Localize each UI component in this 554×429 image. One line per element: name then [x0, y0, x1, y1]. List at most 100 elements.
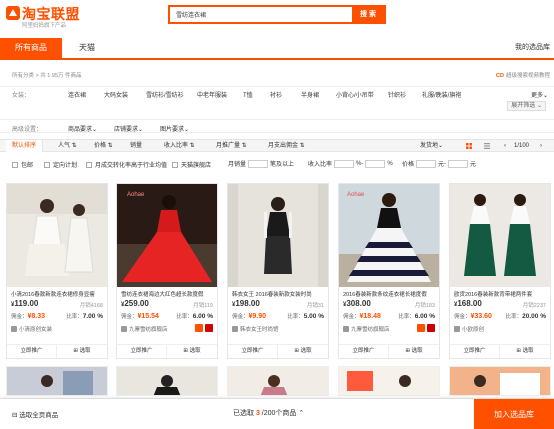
list-view-icon[interactable]: [484, 143, 490, 149]
monthly-sales: 月销4168: [79, 303, 103, 309]
promote-button[interactable]: 立即推广: [228, 345, 278, 358]
page-next-icon[interactable]: ›: [540, 140, 542, 152]
my-library-link[interactable]: 我的选品库: [515, 38, 550, 58]
product-card[interactable]: Aohae 2016春装新款条纹连衣裙长裙度假 ¥308.00 月销183 佣金…: [338, 183, 440, 359]
sort-bar: 默认排序 人气 ⇅ 价格 ⇅ 销量 收入比率 ⇅ 月推广量 ⇅ 月支出佣金 ⇅ …: [0, 139, 554, 152]
shop-name[interactable]: 小欧原创: [454, 325, 484, 333]
free-shipping-checkbox[interactable]: 包邮: [12, 160, 33, 169]
product-title[interactable]: 韩衣女王 2016春装新款女装时尚: [232, 290, 326, 298]
select-button[interactable]: ⊞ 选取: [167, 345, 217, 358]
income-ratio-max-input[interactable]: [365, 159, 386, 168]
video-tutorial-link[interactable]: CD 超级搜索视频教程: [496, 71, 550, 79]
svg-text:Aohae: Aohae: [347, 192, 365, 198]
product-price: ¥119.00: [11, 299, 38, 308]
tmall-icon: [205, 324, 213, 332]
select-button[interactable]: ⊞ 选取: [57, 345, 107, 358]
logo-icon: [6, 6, 20, 20]
category-item[interactable]: 中老年服装: [197, 90, 227, 99]
product-image[interactable]: [6, 366, 108, 396]
product-price: ¥168.00: [454, 299, 482, 308]
checkbox-label: 天猫旗舰店: [181, 163, 212, 169]
chevron-up-icon[interactable]: ⌃: [296, 410, 304, 417]
product-image[interactable]: [449, 366, 551, 396]
product-title[interactable]: 雪纺连衣裙海边大红色超长款度假: [121, 290, 215, 298]
sort-sales[interactable]: 销量: [124, 140, 148, 152]
category-item[interactable]: T恤: [243, 90, 253, 99]
expand-filter-button[interactable]: 展开筛选 ⌄: [507, 101, 546, 111]
category-item[interactable]: 衬衫: [270, 90, 282, 99]
promote-button[interactable]: 立即推广: [7, 345, 57, 358]
shop-name[interactable]: 小清原创女装: [11, 325, 52, 333]
product-requirements-dropdown[interactable]: 商品要求⌄: [68, 124, 97, 133]
commission: 佣金：¥18.48: [343, 312, 381, 320]
image-requirements-dropdown[interactable]: 图片要求⌄: [160, 124, 189, 133]
category-item[interactable]: 大码女装: [104, 90, 128, 99]
shop-name[interactable]: 九寨雪纺旗舰店: [343, 325, 390, 333]
high-conversion-checkbox[interactable]: 月成交转化率高于行业均值: [86, 160, 167, 169]
page-prev-icon[interactable]: ‹: [504, 140, 506, 152]
shop-name[interactable]: 九寨雪纺旗舰店: [121, 325, 168, 333]
product-title[interactable]: 小清2016春款新款连衣裙修身显瘦: [11, 290, 105, 298]
monthly-sales-input[interactable]: [248, 159, 269, 168]
shop-label: 九寨雪纺旗舰店: [129, 327, 168, 333]
shop-requirements-dropdown[interactable]: 店铺要求⌄: [114, 124, 143, 133]
product-image[interactable]: [450, 184, 550, 287]
search-button[interactable]: 搜 索: [352, 7, 384, 22]
product-card[interactable]: 小清2016春款新款连衣裙修身显瘦 ¥119.00 月销4168 佣金：¥8.3…: [6, 183, 108, 359]
card-actions: 立即推广 ⊞ 选取: [339, 344, 439, 358]
add-to-library-button[interactable]: 加入选品库: [474, 399, 554, 429]
logo[interactable]: 淘宝联盟 阿里妈妈旗下产品: [6, 4, 92, 30]
product-card[interactable]: 欧货2016春装新款背带裙两件套 ¥168.00 月销2237 佣金：¥33.6…: [449, 183, 551, 359]
ship-from-dropdown[interactable]: 发货地⌄: [420, 140, 443, 152]
price-max-input[interactable]: [448, 159, 469, 168]
product-image[interactable]: [227, 366, 329, 396]
tmall-flagship-checkbox[interactable]: 天猫旗舰店: [172, 160, 211, 169]
search-input[interactable]: [176, 8, 352, 21]
grid-view-icon[interactable]: [466, 143, 472, 149]
ratio-label: 比率：: [287, 314, 304, 320]
product-card[interactable]: Aohae 雪纺连衣裙海边大红色超长款度假 ¥259.00 月销119 佣金：¥…: [116, 183, 218, 359]
commission-label: 佣金：: [11, 314, 28, 320]
product-image[interactable]: Aohae: [339, 184, 439, 287]
product-image[interactable]: Aohae: [117, 184, 217, 287]
select-button[interactable]: ⊞ 选取: [500, 345, 550, 358]
promote-button[interactable]: 立即推广: [117, 345, 167, 358]
product-title[interactable]: 2016春装新款条纹连衣裙长裙度假: [343, 290, 437, 298]
ratio-label: 比率：: [176, 314, 193, 320]
shop-name[interactable]: 韩衣女王时尚馆: [232, 325, 279, 333]
price-min-input[interactable]: [416, 159, 437, 168]
sort-income-ratio[interactable]: 收入比率 ⇅: [158, 140, 201, 152]
product-title[interactable]: 欧货2016春装新款背带裙两件套: [454, 290, 548, 298]
category-item[interactable]: 雪纺衫/雪纺衫: [146, 90, 184, 99]
select-button[interactable]: ⊞ 选取: [278, 345, 328, 358]
category-item[interactable]: 针织衫: [388, 90, 406, 99]
select-all-page-button[interactable]: ⊟ 选取全页商品: [12, 409, 58, 419]
promote-button[interactable]: 立即推广: [339, 345, 389, 358]
svg-text:Aohae: Aohae: [127, 192, 145, 198]
sort-popularity[interactable]: 人气 ⇅: [52, 140, 83, 152]
product-card[interactable]: 韩衣女王 2016春装新款女装时尚 ¥198.00 月销31 佣金：¥9.90 …: [227, 183, 329, 359]
category-item[interactable]: 礼服/晚装/旗袍: [422, 90, 461, 99]
commission-value: ¥33.60: [470, 313, 492, 320]
category-item[interactable]: 半身裙: [301, 90, 319, 99]
category-item[interactable]: 小背心/小吊带: [336, 90, 374, 99]
sort-price[interactable]: 价格 ⇅: [88, 140, 119, 152]
sort-monthly-promotion[interactable]: 月推广量 ⇅: [210, 140, 253, 152]
income-ratio-min-input[interactable]: [334, 159, 355, 168]
product-image[interactable]: [338, 366, 440, 396]
product-image[interactable]: [228, 184, 328, 287]
select-button[interactable]: ⊞ 选取: [389, 345, 439, 358]
category-more-button[interactable]: 更多⌄: [531, 90, 548, 99]
targeted-plan-checkbox[interactable]: 定向计划: [44, 160, 77, 169]
promote-button[interactable]: 立即推广: [450, 345, 500, 358]
sort-monthly-commission[interactable]: 月支出佣金 ⇅: [262, 140, 311, 152]
top-header: 淘宝联盟 阿里妈妈旗下产品 搜 索: [0, 0, 554, 34]
shop-icon: [232, 326, 238, 332]
category-item[interactable]: 连衣裙: [68, 90, 86, 99]
sort-default[interactable]: 默认排序: [6, 140, 44, 152]
tab-all-products[interactable]: 所有商品: [0, 38, 62, 58]
product-image[interactable]: [7, 184, 107, 287]
product-image[interactable]: [116, 366, 218, 396]
select-label: 选取: [522, 348, 534, 354]
tab-tmall[interactable]: 天猫: [62, 38, 112, 58]
